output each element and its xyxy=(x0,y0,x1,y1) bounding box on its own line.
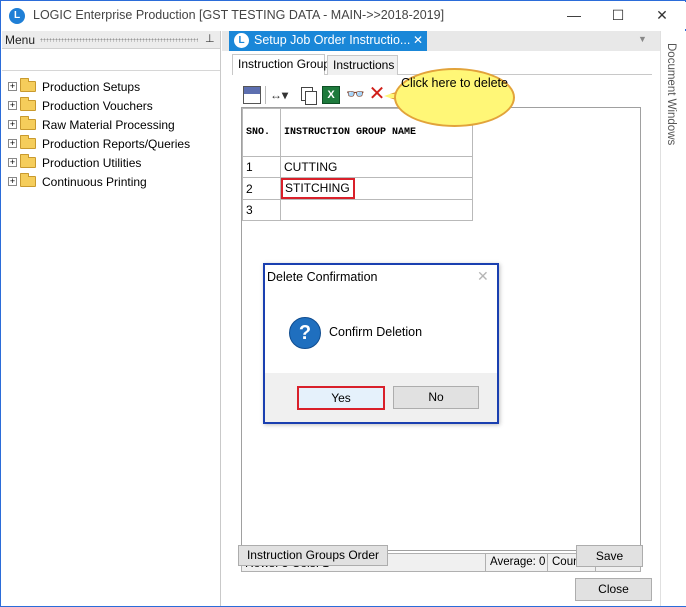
document-tab-label: Setup Job Order Instructio... xyxy=(254,33,411,47)
menu-item-continuous-printing[interactable]: + Continuous Printing xyxy=(2,172,220,191)
menu-item-production-utilities[interactable]: + Production Utilities xyxy=(2,153,220,172)
title-bar: L LOGIC Enterprise Production [GST TESTI… xyxy=(2,2,686,29)
delete-confirmation-dialog: Delete Confirmation ✕ ? Confirm Deletion… xyxy=(263,263,499,424)
no-button[interactable]: No xyxy=(393,386,479,409)
question-icon: ? xyxy=(289,317,321,349)
grid-cell-name[interactable]: CUTTING xyxy=(280,156,473,178)
close-icon[interactable]: ✕ xyxy=(413,33,423,47)
annotation-callout: Click here to delete xyxy=(394,68,515,127)
menu-item-label: Raw Material Processing xyxy=(42,118,175,132)
dialog-message: Confirm Deletion xyxy=(329,325,423,339)
grid-toolbar: ↔▾ X 👓 ✕ xyxy=(239,83,389,107)
grid-cell-sno[interactable]: 2 xyxy=(242,177,281,200)
instruction-groups-order-button[interactable]: Instruction Groups Order xyxy=(238,545,388,566)
delete-icon[interactable]: ✕ xyxy=(368,84,386,104)
menu-grip[interactable] xyxy=(40,38,198,42)
menu-item-production-vouchers[interactable]: + Production Vouchers xyxy=(2,96,220,115)
folder-icon xyxy=(20,173,36,187)
menu-search-area[interactable] xyxy=(2,49,220,71)
menu-item-label: Continuous Printing xyxy=(42,175,147,189)
folder-icon xyxy=(20,97,36,111)
logic-logo-icon: L xyxy=(234,33,249,48)
tab-instruction-group[interactable]: Instruction Group xyxy=(232,54,330,75)
expand-icon[interactable]: + xyxy=(8,120,17,129)
expand-icon[interactable]: + xyxy=(8,177,17,186)
folder-icon xyxy=(20,154,36,168)
menu-header: Menu ⊥ xyxy=(2,31,220,49)
grid-cell-name-selected[interactable]: STITCHING xyxy=(280,177,473,200)
menu-item-label: Production Setups xyxy=(42,80,141,94)
document-tabstrip: L Setup Job Order Instructio... ✕ ▼ xyxy=(222,31,660,51)
table-row[interactable]: 1 CUTTING xyxy=(242,156,473,178)
menu-tree: + Production Setups + Production Voucher… xyxy=(2,71,220,191)
grid-cell-name[interactable] xyxy=(280,199,473,221)
expand-icon[interactable]: + xyxy=(8,82,17,91)
binoculars-icon[interactable]: 👓 xyxy=(346,86,365,104)
column-header-sno[interactable]: SNO. xyxy=(242,108,281,157)
table-row[interactable]: 2 STITCHING xyxy=(242,177,473,200)
tab-instructions[interactable]: Instructions xyxy=(327,55,398,75)
copy-icon[interactable] xyxy=(299,86,317,105)
grid-cell-sno[interactable]: 3 xyxy=(242,199,281,221)
expand-icon[interactable]: + xyxy=(8,139,17,148)
menu-item-label: Production Reports/Queries xyxy=(42,137,191,151)
save-icon[interactable] xyxy=(243,86,261,104)
yes-button[interactable]: Yes xyxy=(297,386,385,410)
menu-item-production-setups[interactable]: + Production Setups xyxy=(2,77,220,96)
toolbar-separator xyxy=(265,86,266,104)
table-row[interactable]: 3 xyxy=(242,199,473,221)
dialog-title: Delete Confirmation xyxy=(267,270,378,284)
logic-logo-icon: L xyxy=(9,8,25,24)
callout-text: Click here to delete xyxy=(400,76,508,90)
chevron-down-icon[interactable]: ▼ xyxy=(638,34,647,44)
minimize-button[interactable]: — xyxy=(552,4,596,26)
selected-cell-highlight[interactable]: STITCHING xyxy=(281,178,355,199)
close-icon[interactable]: ✕ xyxy=(477,268,489,285)
folder-icon xyxy=(20,135,36,149)
expand-icon[interactable]: + xyxy=(8,158,17,167)
menu-item-label: Production Vouchers xyxy=(42,99,153,113)
document-windows-label: Document Windows xyxy=(665,43,677,146)
app-window: L LOGIC Enterprise Production [GST TESTI… xyxy=(0,0,686,607)
close-button[interactable]: Close xyxy=(575,578,652,601)
document-windows-panel[interactable]: Document Windows xyxy=(660,31,686,606)
maximize-button[interactable]: ☐ xyxy=(596,4,640,26)
window-title: LOGIC Enterprise Production [GST TESTING… xyxy=(33,8,445,22)
menu-item-raw-material-processing[interactable]: + Raw Material Processing xyxy=(2,115,220,134)
folder-icon xyxy=(20,78,36,92)
save-button[interactable]: Save xyxy=(576,545,643,567)
pin-icon[interactable]: ⊥ xyxy=(205,32,215,45)
menu-panel: Menu ⊥ + Production Setups + Production … xyxy=(2,31,221,606)
menu-item-production-reports[interactable]: + Production Reports/Queries xyxy=(2,134,220,153)
dialog-footer: Yes No xyxy=(265,373,497,422)
menu-header-label: Menu xyxy=(5,33,36,47)
tab-setup-job-order[interactable]: L Setup Job Order Instructio... ✕ xyxy=(229,31,427,51)
column-width-icon[interactable]: ↔▾ xyxy=(270,86,296,104)
excel-icon[interactable]: X xyxy=(322,86,340,104)
average-status: Average: 0 xyxy=(485,554,547,571)
expand-icon[interactable]: + xyxy=(8,101,17,110)
grid-cell-sno[interactable]: 1 xyxy=(242,156,281,178)
close-window-button[interactable]: ✕ xyxy=(640,4,684,26)
folder-icon xyxy=(20,116,36,130)
menu-item-label: Production Utilities xyxy=(42,156,142,170)
